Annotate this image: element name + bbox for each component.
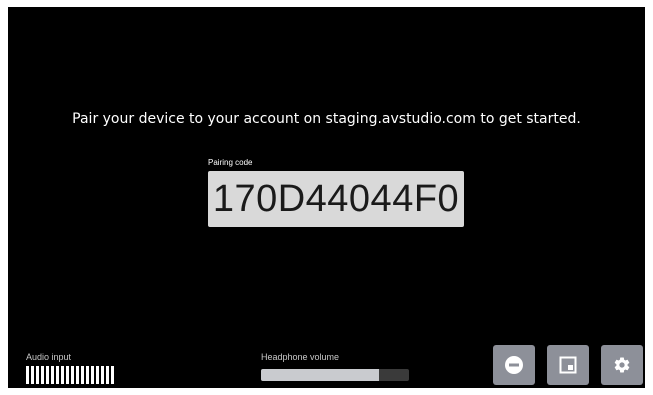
audio-level-bar bbox=[111, 366, 114, 384]
audio-level-bar bbox=[76, 366, 79, 384]
gear-icon bbox=[613, 356, 631, 374]
audio-level-bar bbox=[46, 366, 49, 384]
audio-level-bar bbox=[41, 366, 44, 384]
mute-button[interactable] bbox=[493, 345, 535, 385]
audio-level-bar bbox=[106, 366, 109, 384]
headphone-volume-label: Headphone volume bbox=[261, 352, 340, 362]
audio-input-meter bbox=[26, 366, 114, 384]
audio-level-bar bbox=[51, 366, 54, 384]
pairing-code: 170D44044F0 bbox=[212, 177, 460, 220]
picture-in-picture-icon bbox=[559, 356, 577, 374]
audio-level-bar bbox=[101, 366, 104, 384]
pairing-code-box: 170D44044F0 bbox=[208, 171, 464, 227]
pairing-instruction: Pair your device to your account on stag… bbox=[72, 111, 581, 127]
audio-level-bar bbox=[31, 366, 34, 384]
audio-level-bar bbox=[91, 366, 94, 384]
audio-level-bar bbox=[66, 366, 69, 384]
audio-input-label: Audio input bbox=[26, 352, 72, 362]
audio-level-bar bbox=[71, 366, 74, 384]
picture-in-picture-button[interactable] bbox=[547, 345, 589, 385]
audio-level-bar bbox=[26, 366, 29, 384]
minus-circle-icon bbox=[504, 355, 524, 375]
audio-level-bar bbox=[36, 366, 39, 384]
app-window: Pair your device to your account on stag… bbox=[8, 7, 645, 388]
headphone-volume-fill bbox=[261, 369, 380, 381]
audio-level-bar bbox=[96, 366, 99, 384]
settings-button[interactable] bbox=[601, 345, 643, 385]
headphone-volume-slider[interactable] bbox=[261, 369, 409, 381]
pairing-code-label: Pairing code bbox=[208, 158, 253, 167]
audio-level-bar bbox=[81, 366, 84, 384]
audio-level-bar bbox=[86, 366, 89, 384]
audio-level-bar bbox=[56, 366, 59, 384]
audio-level-bar bbox=[61, 366, 64, 384]
